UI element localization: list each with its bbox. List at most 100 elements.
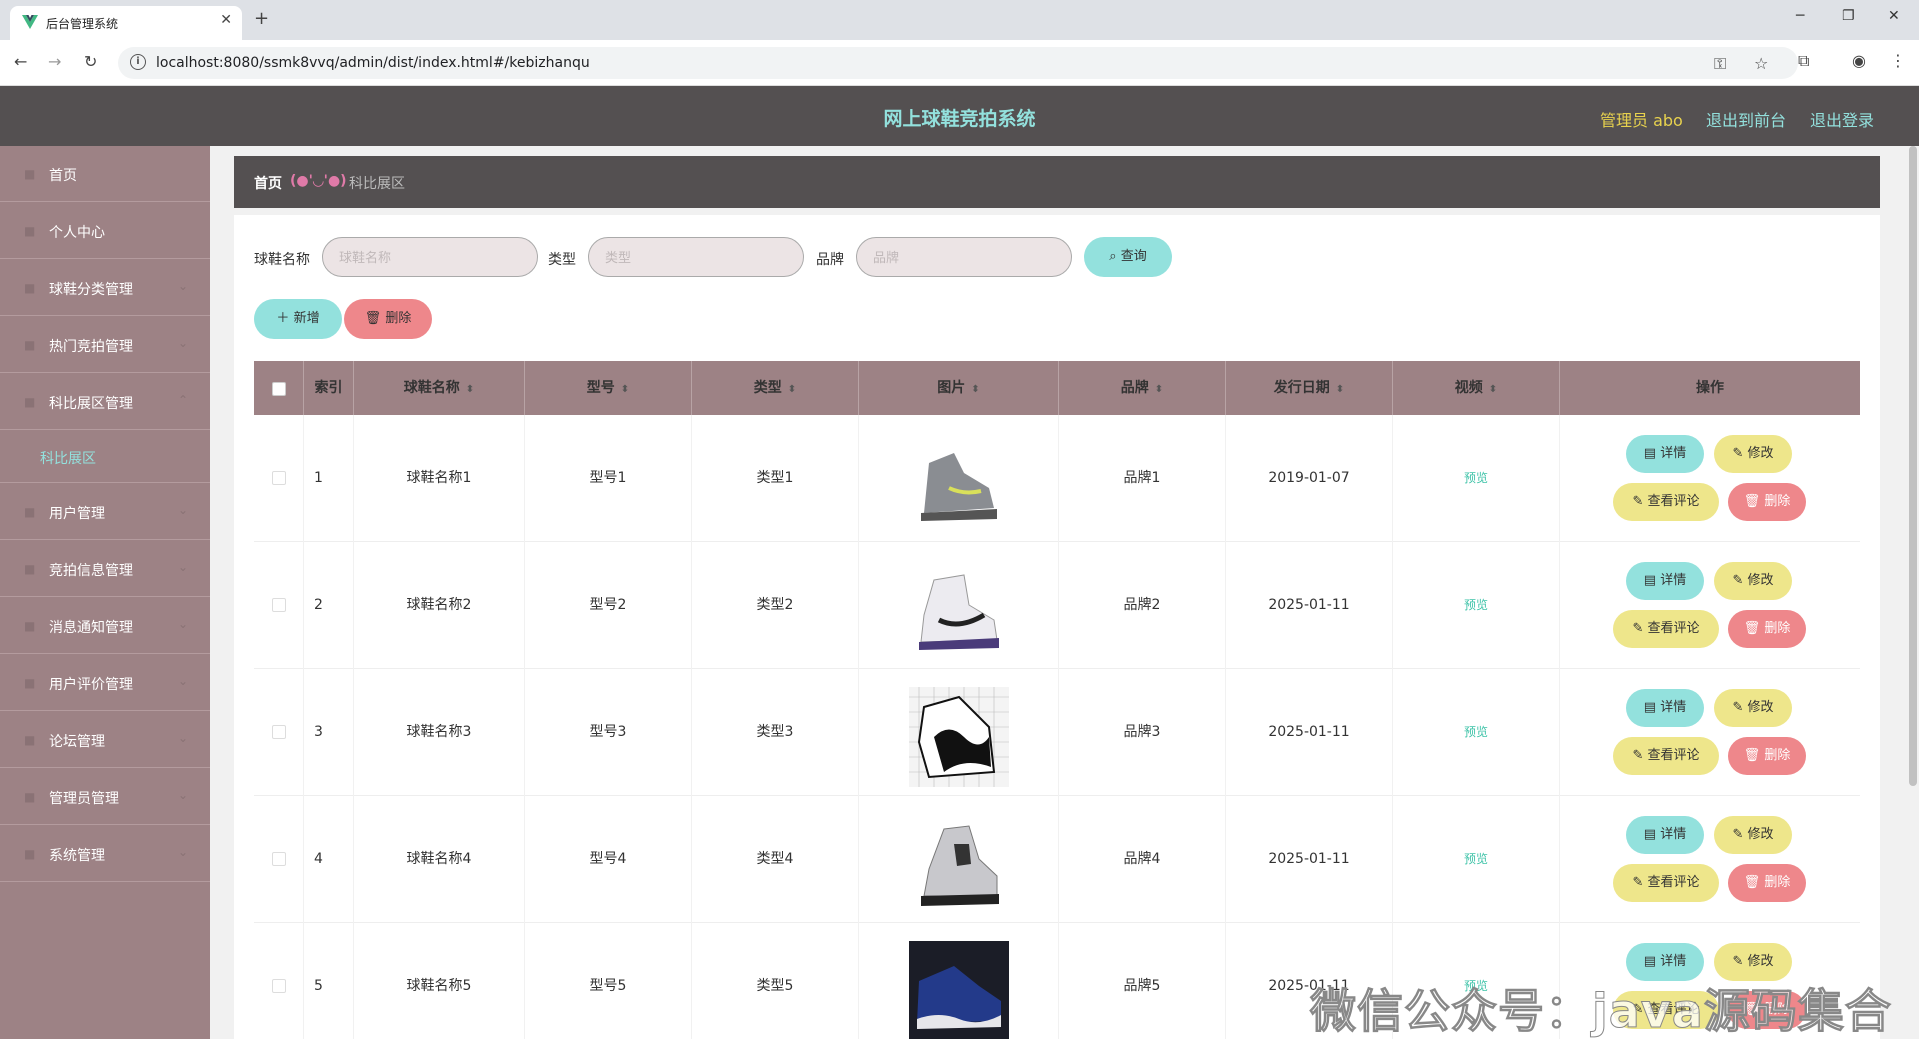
video-preview-link[interactable]: 预览	[1464, 471, 1488, 485]
header-model[interactable]: 型号 ⬍	[525, 361, 692, 415]
pencil-icon: ✎	[1732, 954, 1748, 969]
browser-tab[interactable]: 后台管理系统 ✕	[10, 6, 242, 40]
header-brand[interactable]: 品牌 ⬍	[1059, 361, 1226, 415]
sidebar-item-category[interactable]: ■ 球鞋分类管理 ⌄	[0, 260, 210, 316]
close-window-icon[interactable]: ✕	[1888, 8, 1900, 24]
row-checkbox[interactable]	[272, 598, 286, 612]
add-button[interactable]: ＋ 新增	[254, 299, 342, 339]
sidebar-item-reviews[interactable]: ■ 用户评价管理 ⌄	[0, 655, 210, 711]
shoe-image[interactable]	[909, 433, 1009, 533]
batch-delete-button[interactable]: 🗑 删除	[344, 299, 432, 339]
edit-button[interactable]: ✎ 修改	[1714, 689, 1792, 727]
sort-icon[interactable]: ⬍	[466, 384, 474, 395]
restore-icon[interactable]: ❐	[1842, 8, 1855, 24]
delete-button[interactable]: 🗑 删除	[1728, 610, 1806, 648]
site-info-icon[interactable]: i	[130, 54, 146, 70]
delete-label: 删除	[1764, 621, 1791, 636]
header-video-label: 视频	[1454, 380, 1483, 396]
sidebar-item-kobe[interactable]: ■ 科比展区管理 ⌃	[0, 374, 210, 430]
page-scrollbar[interactable]	[1909, 146, 1917, 786]
header-name[interactable]: 球鞋名称 ⬍	[354, 361, 525, 415]
pencil-icon: ✎	[1732, 700, 1748, 715]
search-brand-label: 品牌	[816, 252, 844, 268]
back-icon[interactable]: ←	[14, 52, 27, 71]
sidebar-item-notifications[interactable]: ■ 消息通知管理 ⌄	[0, 598, 210, 654]
new-tab-icon[interactable]: +	[254, 8, 269, 29]
delete-button[interactable]: 🗑 删除	[1728, 864, 1806, 902]
star-icon[interactable]: ☆	[1754, 54, 1768, 73]
query-button[interactable]: ⌕ 查询	[1084, 237, 1172, 277]
profile-icon[interactable]: ◉	[1852, 51, 1866, 70]
sidebar-item-forum[interactable]: ■ 论坛管理 ⌄	[0, 712, 210, 768]
sidebar-item-home[interactable]: ■ 首页	[0, 146, 210, 202]
shoe-image[interactable]	[909, 687, 1009, 787]
delete-button[interactable]: 🗑 删除	[1728, 737, 1806, 775]
row-checkbox[interactable]	[272, 852, 286, 866]
view-comments-button[interactable]: ✎ 查看评论	[1613, 737, 1719, 775]
sort-icon[interactable]: ⬍	[788, 384, 796, 395]
shoe-image[interactable]	[909, 941, 1009, 1039]
sort-icon[interactable]: ⬍	[971, 384, 979, 395]
url-text[interactable]: localhost:8080/ssmk8vvq/admin/dist/index…	[156, 55, 590, 71]
row-checkbox[interactable]	[272, 725, 286, 739]
breadcrumb-home[interactable]: 首页	[254, 173, 282, 193]
reload-icon[interactable]: ↻	[84, 52, 97, 71]
shoe-image[interactable]	[909, 814, 1009, 914]
pencil-icon: ✎	[1732, 446, 1748, 461]
header-type[interactable]: 类型 ⬍	[692, 361, 859, 415]
select-all-checkbox[interactable]	[272, 382, 286, 396]
video-preview-link[interactable]: 预览	[1464, 598, 1488, 612]
sort-icon[interactable]: ⬍	[1336, 384, 1344, 395]
delete-button[interactable]: 🗑 删除	[1728, 483, 1806, 521]
detail-button[interactable]: ▤ 详情	[1626, 689, 1704, 727]
header-brand-label: 品牌	[1120, 380, 1149, 396]
view-comments-button[interactable]: ✎ 查看评论	[1613, 610, 1719, 648]
row-index: 5	[304, 923, 354, 1039]
category-icon: ■	[24, 281, 36, 295]
minimize-icon[interactable]: ─	[1796, 8, 1804, 24]
tab-search-icon[interactable]: ⧉	[1798, 51, 1809, 71]
forward-icon[interactable]: →	[48, 52, 61, 71]
sidebar-item-admins[interactable]: ■ 管理员管理 ⌄	[0, 769, 210, 825]
detail-button[interactable]: ▤ 详情	[1626, 816, 1704, 854]
edit-button[interactable]: ✎ 修改	[1714, 562, 1792, 600]
row-checkbox[interactable]	[272, 979, 286, 993]
logout-link[interactable]: 退出登录	[1810, 107, 1874, 131]
sort-icon[interactable]: ⬍	[621, 384, 629, 395]
edit-button[interactable]: ✎ 修改	[1714, 816, 1792, 854]
view-comments-button[interactable]: ✎ 查看评论	[1613, 483, 1719, 521]
sort-icon[interactable]: ⬍	[1155, 384, 1163, 395]
search-name-input[interactable]	[322, 237, 538, 277]
video-preview-link[interactable]: 预览	[1464, 725, 1488, 739]
menu-dots-icon[interactable]: ⋮	[1890, 51, 1906, 70]
sort-icon[interactable]: ⬍	[1489, 384, 1497, 395]
url-field[interactable]: i localhost:8080/ssmk8vvq/admin/dist/ind…	[118, 47, 1798, 79]
search-type-input[interactable]	[588, 237, 804, 277]
sidebar-subitem-kobe-zone[interactable]: 科比展区	[0, 431, 210, 483]
chevron-down-icon: ⌄	[177, 731, 188, 745]
header-image[interactable]: 图片 ⬍	[859, 361, 1059, 415]
comment-label: 查看评论	[1647, 494, 1700, 509]
sidebar-item-system[interactable]: ■ 系统管理 ⌄	[0, 826, 210, 882]
header-date[interactable]: 发行日期 ⬍	[1226, 361, 1393, 415]
sidebar-item-auction-info[interactable]: ■ 竞拍信息管理 ⌄	[0, 541, 210, 597]
exit-to-front-link[interactable]: 退出到前台	[1706, 107, 1786, 131]
video-preview-link[interactable]: 预览	[1464, 852, 1488, 866]
search-brand-input[interactable]	[856, 237, 1072, 277]
tab-close-icon[interactable]: ✕	[220, 12, 232, 28]
detail-button[interactable]: ▤ 详情	[1626, 562, 1704, 600]
document-icon: ▤	[1643, 954, 1661, 969]
detail-button[interactable]: ▤ 详情	[1626, 435, 1704, 473]
header-video[interactable]: 视频 ⬍	[1393, 361, 1560, 415]
sidebar-item-personal[interactable]: ■ 个人中心	[0, 203, 210, 259]
sidebar-item-hot-auction[interactable]: ■ 热门竞拍管理 ⌄	[0, 317, 210, 373]
shoe-image[interactable]	[909, 560, 1009, 660]
view-comments-button[interactable]: ✎ 查看评论	[1613, 864, 1719, 902]
chevron-down-icon: ⌄	[177, 788, 188, 802]
row-name: 球鞋名称2	[354, 542, 525, 669]
header-select-all[interactable]	[254, 361, 304, 415]
row-checkbox[interactable]	[272, 471, 286, 485]
sidebar-item-users[interactable]: ■ 用户管理 ⌄	[0, 484, 210, 540]
edit-button[interactable]: ✎ 修改	[1714, 435, 1792, 473]
key-icon[interactable]: ⚿	[1714, 54, 1726, 74]
